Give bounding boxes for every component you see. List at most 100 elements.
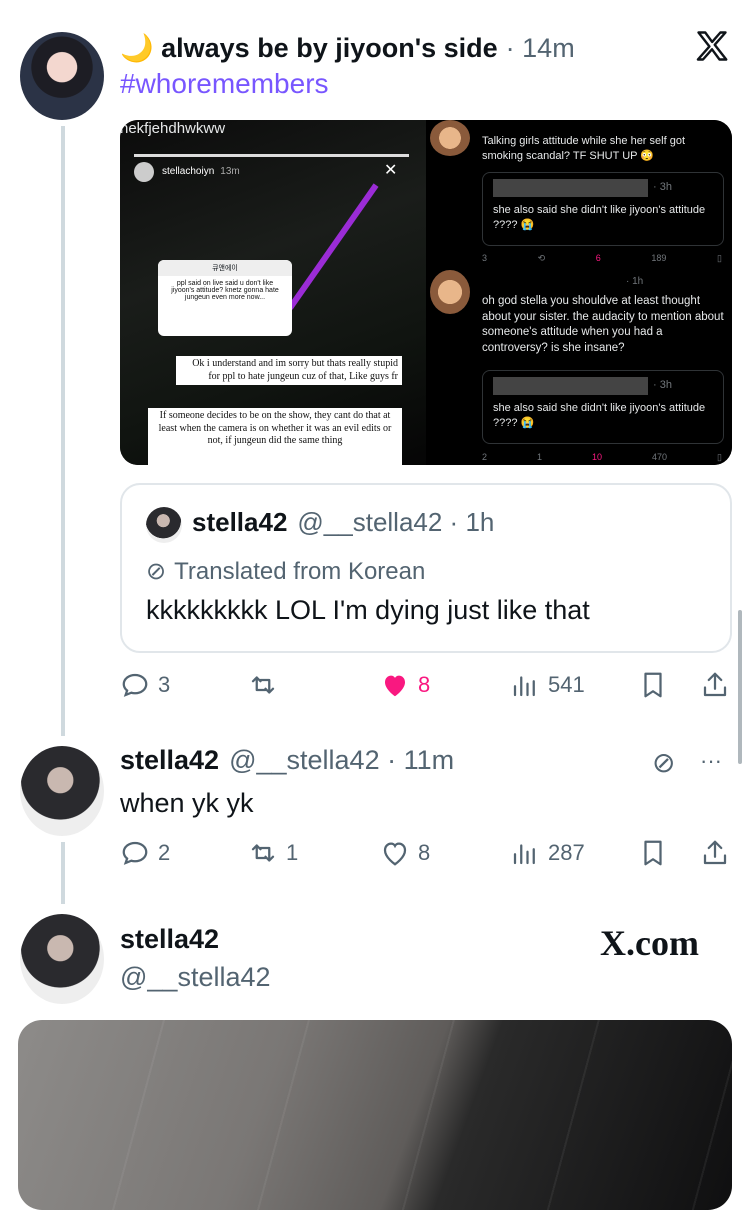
question-sticker: 큐앤에이 ppl said on live said u don't like … bbox=[158, 260, 292, 336]
reply1-text: Talking girls attitude while she her sel… bbox=[482, 135, 685, 162]
card-name[interactable]: stella42 bbox=[120, 924, 219, 955]
bookmark-icon: ▯ bbox=[717, 452, 722, 462]
quote-header: stella42 @__stella42 · 1h bbox=[192, 507, 494, 538]
retweet-icon: ⟲ bbox=[537, 253, 546, 263]
more-icon[interactable]: ··· bbox=[700, 748, 722, 774]
retweet-button[interactable]: 1 bbox=[248, 838, 298, 868]
question-text: ppl said on live said u don't like jiyoo… bbox=[171, 280, 279, 301]
reply2-retweets: 1 bbox=[537, 452, 543, 462]
redacted-name-2 bbox=[493, 377, 648, 395]
quote1-text: she also said she didn't like jiyoon's a… bbox=[493, 204, 706, 231]
media-grid[interactable]: nekfjehdhwkww stellachoiyn 13m ✕ 큐앤에이 pp… bbox=[120, 120, 732, 465]
hashtag-link[interactable]: #whoremembers bbox=[120, 68, 329, 100]
views-button[interactable]: 287 bbox=[510, 838, 585, 868]
quote-text: kkkkkkkkk LOL I'm dying just like that bbox=[146, 595, 590, 625]
heart-filled-icon bbox=[385, 675, 405, 697]
timestamp[interactable]: · 14m bbox=[506, 33, 575, 64]
reply1-quote: · 3h she also said she didn't like jiyoo… bbox=[482, 172, 724, 246]
media-image-right[interactable]: 3m Talking girls attitude while she her … bbox=[430, 120, 732, 465]
quote2-time: · 3h bbox=[653, 379, 672, 391]
reply-button[interactable]: 2 bbox=[120, 838, 170, 868]
avatar[interactable] bbox=[20, 746, 104, 836]
reply1-likes: 6 bbox=[595, 253, 601, 263]
share-button[interactable] bbox=[700, 838, 730, 868]
views-count: 287 bbox=[548, 840, 585, 865]
reply2-views: 470 bbox=[652, 452, 668, 462]
views-icon bbox=[513, 844, 535, 865]
views-icon bbox=[513, 676, 535, 697]
like-button[interactable]: 8 bbox=[380, 838, 430, 868]
reply-icon bbox=[122, 673, 148, 697]
reply1-views: 189 bbox=[651, 253, 667, 263]
thread-line bbox=[61, 126, 65, 736]
reply1-replies: 3 bbox=[482, 253, 488, 263]
tweet-header: 🌙 always be by jiyoon's side · 14m bbox=[120, 28, 575, 68]
quoted-tweet[interactable]: stella42 @__stella42 · 1h ⊘ Translated f… bbox=[120, 483, 732, 653]
like-count: 8 bbox=[418, 840, 431, 865]
reply-count: 2 bbox=[158, 840, 171, 865]
media-image-left[interactable]: nekfjehdhwkww stellachoiyn 13m ✕ 큐앤에이 pp… bbox=[120, 120, 426, 465]
media-image[interactable] bbox=[18, 1020, 732, 1210]
reply2-actions: 2 1 10 470 ▯ bbox=[482, 452, 722, 463]
bookmark-button[interactable] bbox=[638, 670, 668, 700]
retweet-icon bbox=[251, 676, 275, 694]
retweet-button[interactable] bbox=[248, 670, 286, 700]
reply-count: 3 bbox=[158, 672, 171, 697]
reply2-time: · 1h bbox=[626, 276, 644, 287]
reply-icon bbox=[122, 841, 148, 865]
reply2-replies: 2 bbox=[482, 452, 488, 462]
grok-icon[interactable]: ⊘ bbox=[652, 746, 675, 779]
share-button[interactable] bbox=[700, 670, 730, 700]
like-count: 8 bbox=[418, 672, 431, 697]
tweet2-header: stella42 @__stella42 · 11m bbox=[120, 745, 454, 776]
heart-icon bbox=[383, 842, 407, 866]
display-name[interactable]: 🌙 always be by jiyoon's side bbox=[120, 32, 498, 64]
share-icon bbox=[703, 672, 727, 697]
tweet-text: when yk yk bbox=[120, 788, 254, 818]
display-name[interactable]: stella42 bbox=[120, 745, 219, 776]
bookmark-button[interactable] bbox=[638, 838, 668, 868]
reply-button[interactable]: 3 bbox=[120, 670, 170, 700]
thread-line bbox=[61, 842, 65, 904]
views-count: 541 bbox=[548, 672, 585, 697]
light-streak bbox=[287, 183, 379, 310]
reply1-actions: 3 ⟲ 6 189 ▯ bbox=[482, 253, 722, 264]
retweet-count: 1 bbox=[286, 840, 299, 865]
reply-avatar-2 bbox=[430, 270, 470, 314]
card-handle[interactable]: @__stella42 bbox=[120, 962, 271, 993]
story-answer-1: Ok i understand and im sorry but thats r… bbox=[176, 356, 402, 385]
bookmark-icon bbox=[644, 840, 662, 866]
close-icon: ✕ bbox=[384, 162, 398, 179]
retweet-icon bbox=[251, 844, 275, 862]
quote-name: stella42 bbox=[192, 507, 288, 537]
quote2-text: she also said she didn't like jiyoon's a… bbox=[493, 402, 706, 429]
reply1-time: 3m bbox=[610, 120, 624, 123]
bookmark-icon bbox=[644, 672, 662, 698]
story-username: stellachoiyn bbox=[162, 166, 215, 177]
story-header: stellachoiyn 13m bbox=[162, 166, 240, 177]
views-button[interactable]: 541 bbox=[510, 670, 585, 700]
scrollbar[interactable] bbox=[738, 610, 742, 764]
reply2-quote: · 3h she also said she didn't like jiyoo… bbox=[482, 370, 724, 444]
avatar[interactable] bbox=[20, 32, 104, 120]
story-answer-2: If someone decides to be on the show, th… bbox=[148, 408, 402, 465]
translate-icon: ⊘ bbox=[146, 558, 167, 585]
question-header: 큐앤에이 bbox=[158, 260, 292, 276]
avatar[interactable] bbox=[20, 914, 104, 1004]
x-com-brand: X.com bbox=[600, 923, 699, 963]
redacted-name bbox=[493, 179, 648, 197]
share-icon bbox=[703, 840, 727, 865]
translated-text: Translated from Korean bbox=[174, 557, 426, 585]
reply2-text: oh god stella you shouldve at least thou… bbox=[482, 295, 724, 354]
story-progress bbox=[134, 154, 409, 157]
reply2-likes: 10 bbox=[592, 452, 603, 462]
quote-handle-time: @__stella42 · 1h bbox=[297, 507, 495, 537]
x-logo-icon bbox=[694, 28, 734, 68]
quote1-time: · 3h bbox=[653, 181, 672, 193]
quote-avatar bbox=[146, 507, 182, 543]
like-button[interactable]: 8 bbox=[380, 670, 430, 700]
handle-time[interactable]: @__stella42 · 11m bbox=[229, 745, 454, 776]
translated-label[interactable]: ⊘ Translated from Korean bbox=[146, 557, 425, 586]
bookmark-icon: ▯ bbox=[717, 253, 722, 263]
story-time: 13m bbox=[220, 166, 240, 177]
